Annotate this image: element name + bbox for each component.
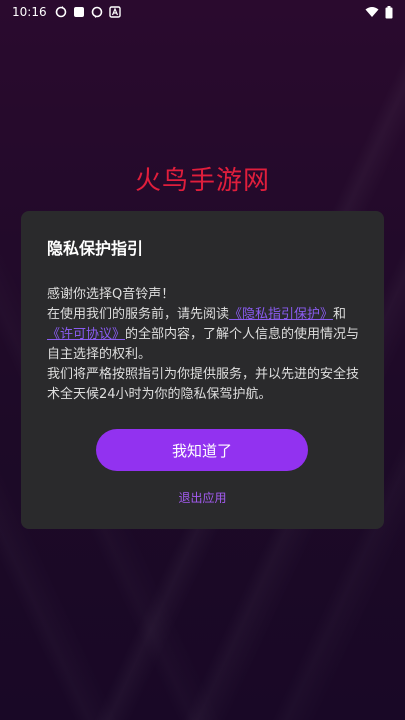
status-bar: 10:16 (0, 0, 405, 24)
notice-prefix-text: 在使用我们的服务前，请先阅读 (47, 307, 230, 322)
sync-icon (91, 6, 103, 18)
and-text: 和 (333, 307, 347, 322)
screen: 10:16 火鸟手游网 隐私保护指引 感谢你选择Q音铃声！ 在使用我们的服务前，… (0, 0, 405, 720)
square-notification-icon (73, 6, 85, 18)
battery-icon (385, 5, 393, 19)
status-system-icons (365, 5, 393, 19)
dialog-title: 隐私保护指引 (47, 239, 144, 258)
exit-app-button[interactable]: 退出应用 (21, 489, 384, 506)
license-agreement-link[interactable]: 《许可协议》 (47, 327, 125, 342)
confirm-button[interactable]: 我知道了 (96, 429, 308, 471)
sync-icon (55, 6, 67, 18)
thanks-text: 感谢你选择Q音铃声！ (47, 287, 175, 302)
app-title: 火鸟手游网 (134, 166, 270, 196)
privacy-dialog: 隐私保护指引 感谢你选择Q音铃声！ 在使用我们的服务前，请先阅读《隐私指引保护》… (21, 211, 384, 529)
status-notification-icons (55, 6, 121, 18)
privacy-policy-link[interactable]: 《隐私指引保护》 (229, 307, 333, 322)
notice-paragraph: 在使用我们的服务前，请先阅读《隐私指引保护》和《许可协议》的全部内容，了解个人信… (47, 305, 367, 365)
dialog-body: 感谢你选择Q音铃声！ 在使用我们的服务前，请先阅读《隐私指引保护》和《许可协议》… (47, 285, 367, 405)
status-time: 10:16 (12, 5, 47, 19)
commitment-text: 我们将严格按照指引为你提供服务，并以先进的安全技术全天候24小时为你的隐私保驾护… (47, 367, 360, 402)
wifi-icon (365, 6, 379, 18)
a-notification-icon (108, 6, 121, 18)
